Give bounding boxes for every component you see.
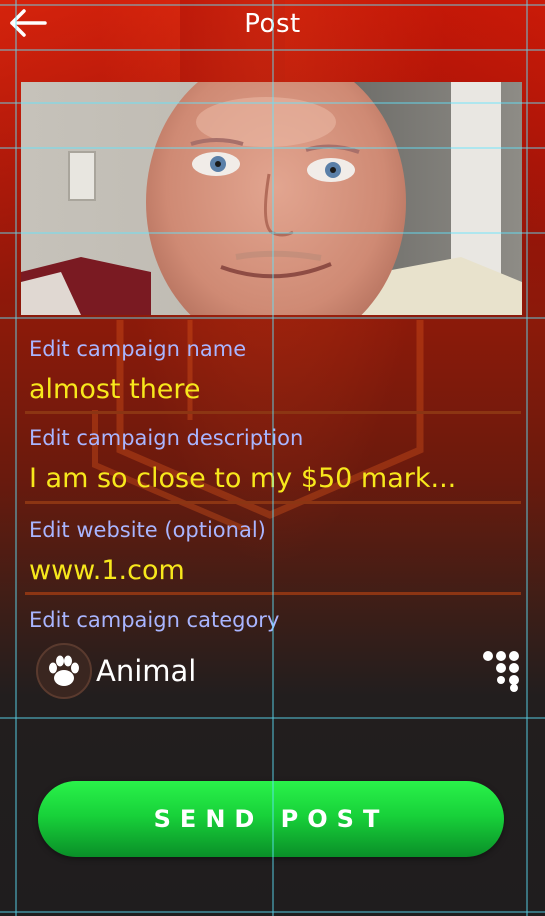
logo-watermark — [92, 320, 424, 530]
divider — [25, 501, 521, 504]
dots-grid-icon[interactable] — [480, 648, 522, 692]
campaign-photo[interactable] — [21, 82, 522, 315]
divider — [25, 592, 521, 595]
website-input[interactable]: www.1.com — [29, 555, 185, 586]
campaign-description-label: Edit campaign description — [29, 426, 304, 450]
header-bar: Post — [0, 0, 545, 50]
campaign-name-label: Edit campaign name — [29, 337, 247, 361]
divider — [25, 411, 521, 414]
campaign-name-input[interactable]: almost there — [29, 374, 201, 405]
campaign-description-input[interactable]: I am so close to my $50 mark... — [29, 463, 456, 494]
paw-icon — [36, 643, 92, 699]
campaign-category-label: Edit campaign category — [29, 608, 280, 632]
website-label: Edit website (optional) — [29, 518, 266, 542]
category-value: Animal — [96, 654, 197, 688]
page-title: Post — [244, 9, 301, 39]
send-post-button[interactable]: SEND POST — [38, 781, 504, 857]
category-selector[interactable]: Animal — [36, 642, 196, 700]
